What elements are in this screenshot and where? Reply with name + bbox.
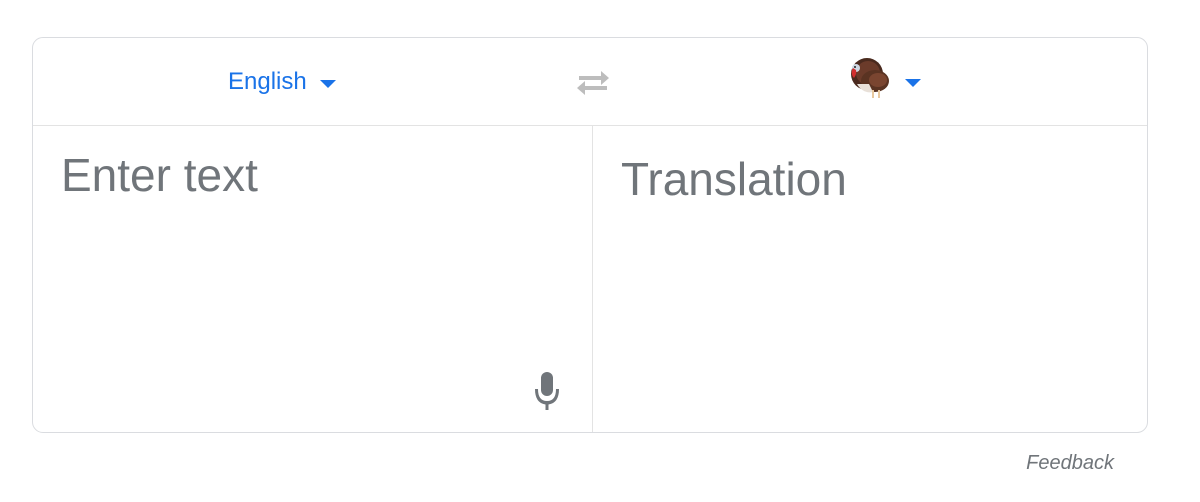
source-text-input[interactable] — [61, 148, 561, 348]
translate-widget: English Enter text Translation — [32, 37, 1148, 433]
target-language-selector[interactable] — [847, 54, 921, 100]
cropped-content-above: ⁀ ⁀ — [300, 0, 500, 6]
swap-languages-button[interactable] — [571, 65, 615, 101]
microphone-icon — [535, 372, 559, 410]
target-pane: Translation — [593, 126, 1147, 432]
turkey-emoji — [851, 58, 889, 98]
chevron-down-icon — [319, 80, 336, 88]
chevron-down-icon — [905, 79, 921, 87]
source-language-selector[interactable]: English — [228, 66, 336, 98]
voice-input-button[interactable] — [530, 370, 564, 412]
swap-arrows-icon — [577, 71, 609, 95]
feedback-link[interactable]: Feedback — [1026, 452, 1114, 475]
translation-output: Translation — [621, 153, 847, 205]
source-pane — [33, 126, 593, 432]
source-language-label: English — [228, 68, 307, 95]
language-bar: English — [33, 38, 1147, 126]
